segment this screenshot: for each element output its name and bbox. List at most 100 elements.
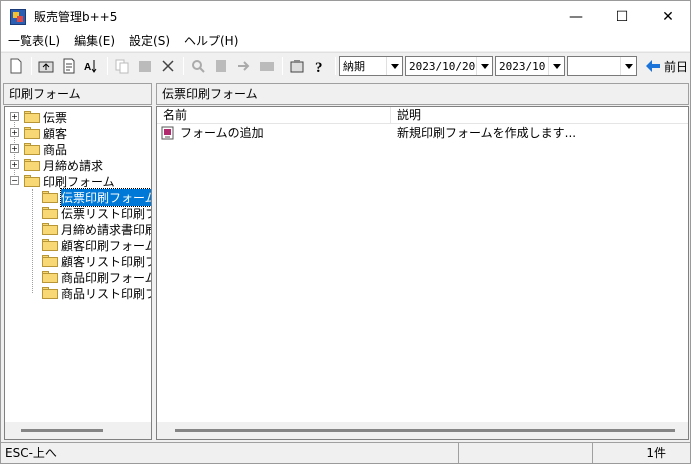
tree-item-product-print-form[interactable]: 商品印刷フォーム [42, 269, 152, 285]
tree-item-label: 伝票リスト印刷フォーム [61, 206, 151, 221]
window-title: 販売管理b++5 [34, 10, 118, 24]
expand-icon[interactable]: + [10, 128, 19, 137]
tree-item-customer-list-print-form[interactable]: 顧客リスト印刷フォーム [42, 253, 151, 269]
date-type-value: 納期 [343, 60, 365, 73]
folder-icon [24, 159, 40, 171]
menu-list[interactable]: 一覧表(L) [1, 32, 67, 51]
tree-item-label: 伝票 [43, 110, 68, 125]
list-view[interactable]: 名前 説明 フォームの追加 新規印刷フォームを作成します... [156, 106, 689, 440]
folder-icon [42, 239, 58, 251]
toolbar-separator [183, 57, 184, 75]
scrollbar-thumb[interactable] [21, 429, 103, 432]
page-button[interactable] [210, 55, 232, 77]
tree-item-label: 顧客 [43, 126, 68, 141]
copy-button[interactable] [111, 55, 133, 77]
help-button[interactable]: ? [309, 55, 331, 77]
tree-item-monthly-invoice-print[interactable]: 月締め請求書印刷 [42, 221, 152, 237]
filter-select[interactable] [567, 56, 637, 76]
expand-icon[interactable]: + [10, 144, 19, 153]
tree-item-products[interactable]: + 商品 [5, 141, 67, 157]
tree-item-print-forms[interactable]: − 印刷フォーム [5, 173, 115, 189]
arrow-right-icon [238, 61, 250, 71]
new-button[interactable] [5, 55, 27, 77]
tree-item-slip-print-form[interactable]: 伝票印刷フォーム [42, 187, 151, 207]
list-header: 名前 説明 [157, 107, 688, 124]
list-item[interactable]: フォームの追加 新規印刷フォームを作成します... [157, 124, 576, 141]
chevron-down-icon [548, 57, 564, 75]
delete-button[interactable] [157, 55, 179, 77]
tree-item-slips[interactable]: + 伝票 [5, 109, 67, 125]
search-button[interactable] [187, 55, 209, 77]
folder-icon [24, 143, 40, 155]
page-icon [216, 60, 226, 72]
tree-item-label: 顧客印刷フォーム [61, 238, 152, 253]
toolbar: A ? 納期 2023/10/20 2023/10 前日 [1, 52, 690, 79]
status-empty-cell [459, 442, 593, 463]
app-window: 販売管理b++5 — ☐ ✕ 一覧表(L) 編集(E) 設定(S) ヘルプ(H)… [0, 0, 691, 464]
folder-button[interactable] [256, 55, 278, 77]
maximize-button[interactable]: ☐ [599, 1, 645, 32]
tree-item-monthly-billing[interactable]: + 月締め請求 [5, 157, 103, 173]
column-header-description[interactable]: 説明 [391, 107, 688, 124]
tree-item-label: 商品 [43, 142, 68, 157]
date-select[interactable]: 2023/10/20 [405, 56, 493, 76]
forward-button[interactable] [233, 55, 255, 77]
previous-day-button[interactable]: 前日 [645, 58, 688, 75]
date-type-select[interactable]: 納期 [339, 56, 403, 76]
svg-text:?: ? [315, 60, 323, 74]
paste-button[interactable] [134, 55, 156, 77]
menu-settings[interactable]: 設定(S) [122, 32, 177, 51]
search-icon [192, 60, 205, 73]
folder-icon [42, 287, 58, 299]
scrollbar-thumb[interactable] [175, 429, 675, 432]
folder-icon [42, 207, 58, 219]
chevron-down-icon [620, 57, 636, 75]
add-form-icon [161, 126, 174, 139]
properties-button[interactable] [58, 55, 80, 77]
folder-open-icon [24, 175, 40, 187]
folder-icon [24, 111, 40, 123]
menu-edit[interactable]: 編集(E) [67, 32, 122, 51]
folder-open-icon [42, 191, 58, 203]
menu-bar: 一覧表(L) 編集(E) 設定(S) ヘルプ(H) [1, 32, 690, 51]
chevron-down-icon [386, 57, 402, 75]
toolbar-separator [31, 57, 32, 75]
folder-gray-icon [260, 62, 274, 71]
list-item-description: 新規印刷フォームを作成します... [397, 126, 577, 140]
document-edit-icon [63, 58, 75, 74]
folder-icon [42, 271, 58, 283]
previous-day-label: 前日 [664, 59, 689, 74]
sort-az-icon: A [84, 60, 97, 73]
tree-item-label: 商品印刷フォーム [61, 270, 152, 285]
copy-icon [115, 59, 129, 74]
up-folder-button[interactable] [35, 55, 57, 77]
close-button[interactable]: ✕ [645, 1, 691, 32]
tree-item-label: 伝票印刷フォーム [60, 187, 151, 207]
tree-view[interactable]: + 伝票 + 顧客 + 商品 + 月締め請求 − 印刷フォーム 伝票印刷フォーム… [4, 106, 152, 440]
tree-item-product-list-print-form[interactable]: 商品リスト印刷フォーム [42, 285, 151, 301]
app-logo-icon [10, 8, 26, 25]
collapse-icon[interactable]: − [10, 176, 19, 185]
expand-icon[interactable]: + [10, 112, 19, 121]
list-horizontal-scrollbar[interactable] [157, 422, 688, 439]
expand-icon[interactable]: + [10, 160, 19, 169]
column-header-name[interactable]: 名前 [157, 107, 391, 124]
tree-item-label: 月締め請求書印刷 [61, 222, 152, 237]
tree-item-slip-list-print-form[interactable]: 伝票リスト印刷フォーム [42, 205, 151, 221]
settings-icon [290, 60, 304, 73]
month-select[interactable]: 2023/10 [495, 56, 565, 76]
right-panel-header: 伝票印刷フォーム [156, 83, 689, 105]
up-folder-icon [38, 61, 54, 73]
minimize-button[interactable]: — [553, 1, 599, 32]
settings-button[interactable] [286, 55, 308, 77]
menu-help[interactable]: ヘルプ(H) [177, 32, 245, 51]
tree-horizontal-scrollbar[interactable] [5, 422, 151, 439]
sort-button[interactable]: A [81, 55, 103, 77]
tree-item-customers[interactable]: + 顧客 [5, 125, 67, 141]
list-item-name-cell: フォームの追加 [157, 124, 391, 141]
tree-item-label: 印刷フォーム [43, 174, 115, 189]
help-question-icon: ? [315, 60, 323, 74]
folder-icon [42, 223, 58, 235]
tree-item-label: 月締め請求 [43, 158, 104, 173]
tree-item-customer-print-form[interactable]: 顧客印刷フォーム [42, 237, 152, 253]
